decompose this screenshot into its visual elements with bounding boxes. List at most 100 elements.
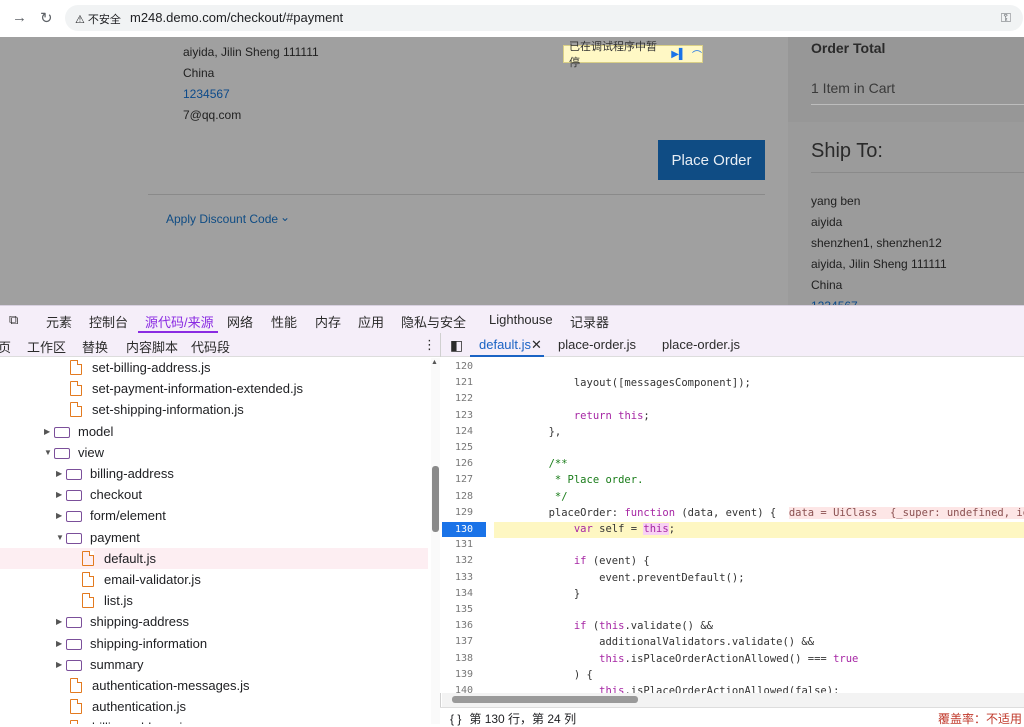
caret-right-icon[interactable]: ▶ xyxy=(56,660,66,669)
line-number[interactable]: 132 xyxy=(440,555,488,566)
caret-down-icon[interactable]: ▼ xyxy=(44,448,54,457)
coverage-status[interactable]: 覆盖率：不适用 xyxy=(938,710,1022,727)
tree-file[interactable]: list.js xyxy=(0,590,428,611)
tree-scroll-thumb[interactable] xyxy=(432,466,439,532)
tree-file[interactable]: set-billing-address.js xyxy=(0,357,428,378)
caret-right-icon[interactable]: ▶ xyxy=(44,427,54,436)
line-number[interactable]: 122 xyxy=(440,393,488,404)
line-number[interactable]: 139 xyxy=(440,669,488,680)
tree-file[interactable]: email-validator.js xyxy=(0,569,428,590)
breakpoint-marker[interactable]: 130 xyxy=(442,522,486,537)
line-number[interactable]: 128 xyxy=(440,491,488,502)
scroll-up-icon[interactable]: ▲ xyxy=(431,359,438,366)
subtab-snippets[interactable]: 代码段 xyxy=(191,337,230,356)
code-line[interactable]: return this; xyxy=(498,410,650,422)
tab-network[interactable]: 网络 xyxy=(227,312,253,331)
caret-right-icon[interactable]: ▶ xyxy=(56,639,66,648)
line-number[interactable]: 137 xyxy=(440,636,488,647)
line-number[interactable]: 123 xyxy=(440,410,488,421)
subtab-content-scripts[interactable]: 内容脚本 xyxy=(126,337,178,356)
subtab-page[interactable]: 页 xyxy=(0,337,11,356)
tree-folder[interactable]: ▶ shipping-address xyxy=(0,611,428,632)
code-line[interactable]: }, xyxy=(498,426,562,438)
tree-file[interactable]: default.js xyxy=(0,547,428,569)
line-number[interactable]: 124 xyxy=(440,426,488,437)
billing-phone-link[interactable]: 1234567 xyxy=(183,87,230,101)
caret-down-icon[interactable]: ▼ xyxy=(56,533,66,542)
caret-right-icon[interactable]: ▶ xyxy=(56,617,66,626)
key-icon[interactable]: ⚿ xyxy=(1001,10,1011,26)
editor-tab-place-order-js[interactable]: place-order.js xyxy=(558,337,636,352)
chevron-down-icon[interactable]: ⌄ xyxy=(280,210,290,224)
tree-folder[interactable]: ▶ checkout xyxy=(0,484,428,505)
step-over-icon[interactable]: ⌒ xyxy=(692,47,702,62)
items-in-cart-toggle[interactable]: 1 Item in Cart xyxy=(811,80,895,96)
close-icon[interactable]: ✕ xyxy=(531,337,542,353)
tree-folder[interactable]: ▶ billing-address xyxy=(0,463,428,484)
tab-application[interactable]: 应用 xyxy=(358,312,384,331)
tree-file[interactable]: authentication.js xyxy=(0,696,428,717)
tab-performance[interactable]: 性能 xyxy=(271,312,297,331)
tree-folder[interactable]: ▶ model xyxy=(0,421,428,442)
code-scroll-thumb[interactable] xyxy=(452,696,638,703)
code-line[interactable]: } xyxy=(498,588,580,600)
reload-icon[interactable]: ↻ xyxy=(40,9,53,27)
line-number[interactable]: 131 xyxy=(440,539,488,550)
code-line[interactable]: event.preventDefault(); xyxy=(498,572,744,584)
line-number[interactable]: 136 xyxy=(440,620,488,631)
tree-file[interactable]: set-payment-information-extended.js xyxy=(0,378,428,399)
code-line[interactable]: * Place order. xyxy=(498,474,644,486)
code-line[interactable]: var self = this; xyxy=(498,523,675,535)
editor-tab-place-order-js-2[interactable]: place-order.js xyxy=(662,337,740,352)
code-line[interactable]: layout([messagesComponent]); xyxy=(498,377,751,389)
tab-privacy-security[interactable]: 隐私与安全 xyxy=(401,312,466,331)
tab-elements[interactable]: 元素 xyxy=(46,312,72,331)
code-line[interactable]: this.isPlaceOrderActionAllowed(false); xyxy=(498,685,839,693)
line-number[interactable]: 125 xyxy=(440,442,488,453)
subtab-workspace[interactable]: 工作区 xyxy=(27,337,66,356)
toggle-navigator-icon[interactable]: ◧ xyxy=(450,337,463,354)
back-arrow-icon[interactable]: → xyxy=(12,9,27,26)
tree-file[interactable]: set-shipping-information.js xyxy=(0,399,428,420)
resume-icon[interactable]: ▶▌ xyxy=(671,49,686,60)
tree-file[interactable]: authentication-messages.js xyxy=(0,675,428,696)
tree-scrollbar[interactable] xyxy=(431,358,440,724)
line-number[interactable]: 121 xyxy=(440,377,488,388)
code-line[interactable]: additionalValidators.validate() && xyxy=(498,636,814,648)
code-line[interactable]: this.isPlaceOrderActionAllowed() === tru… xyxy=(498,653,858,665)
tree-folder[interactable]: ▼ view xyxy=(0,442,428,463)
tree-folder[interactable]: ▶ summary xyxy=(0,654,428,675)
line-number[interactable]: 138 xyxy=(440,653,488,664)
tab-memory[interactable]: 内存 xyxy=(315,312,341,331)
tab-sources[interactable]: 源代码/来源 xyxy=(145,312,214,331)
place-order-button[interactable]: Place Order xyxy=(658,140,765,180)
line-number[interactable]: 135 xyxy=(440,604,488,615)
tab-console[interactable]: 控制台 xyxy=(89,312,128,331)
caret-right-icon[interactable]: ▶ xyxy=(56,490,66,499)
more-options-icon[interactable]: ⋮ xyxy=(423,337,436,353)
code-line[interactable]: /** xyxy=(498,458,568,470)
url-text[interactable]: m248.demo.com/checkout/#payment xyxy=(130,10,343,25)
editor-tab-default-js[interactable]: default.js xyxy=(479,337,531,352)
tab-lighthouse[interactable]: Lighthouse xyxy=(489,312,553,327)
code-line[interactable]: ) { xyxy=(498,669,593,681)
apply-discount-toggle[interactable]: Apply Discount Code xyxy=(166,212,278,226)
tab-recorder[interactable]: 记录器 xyxy=(570,312,609,331)
tree-folder[interactable]: ▶ shipping-information xyxy=(0,633,428,654)
code-line[interactable]: */ xyxy=(498,491,568,503)
tree-file[interactable]: billing-address.js xyxy=(0,717,428,724)
line-number[interactable]: 134 xyxy=(440,588,488,599)
code-line[interactable]: if (this.validate() && xyxy=(498,620,713,632)
tree-folder[interactable]: ▶ form/element xyxy=(0,505,428,526)
caret-right-icon[interactable]: ▶ xyxy=(56,469,66,478)
line-number[interactable]: 126 xyxy=(440,458,488,469)
line-number[interactable]: 120 xyxy=(440,361,488,372)
line-number[interactable]: 127 xyxy=(440,474,488,485)
security-warning-badge[interactable]: ⚠ 不安全 xyxy=(75,11,121,27)
line-number[interactable]: 140 xyxy=(440,685,488,693)
line-number[interactable]: 133 xyxy=(440,572,488,583)
code-editor[interactable]: 120 121 layout([messagesComponent]); 122 12… xyxy=(440,357,1024,693)
device-toolbar-icon[interactable]: ⧉ xyxy=(9,312,18,328)
subtab-overrides[interactable]: 替换 xyxy=(82,337,108,356)
line-number[interactable]: 129 xyxy=(440,507,488,518)
